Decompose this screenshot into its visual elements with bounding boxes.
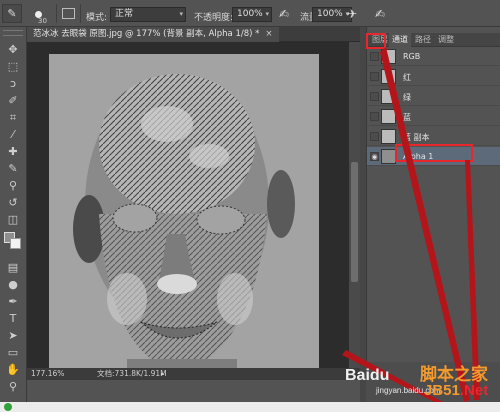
channel-row-red[interactable]: 红: [367, 67, 500, 86]
background-color-swatch[interactable]: [10, 238, 21, 249]
mode-value: 正常: [115, 9, 134, 19]
healing-brush-tool-icon[interactable]: ✚: [3, 143, 23, 160]
shape-tool-icon[interactable]: ▭: [3, 344, 23, 361]
visibility-toggle[interactable]: [370, 132, 379, 141]
divider: [56, 4, 57, 23]
tablet-pressure-size-icon[interactable]: ✍: [372, 6, 388, 22]
channel-name: 绿: [403, 93, 411, 102]
brush-tool-icon[interactable]: ✎: [2, 4, 22, 23]
visibility-toggle[interactable]: [370, 92, 379, 101]
pen-tool-icon[interactable]: ✒: [3, 293, 23, 310]
status-bar: 177.16% 文档:731.8K/1.91M ▸: [27, 368, 360, 380]
channel-name: 红: [403, 73, 411, 82]
chevron-down-icon: ▾: [179, 10, 183, 18]
panel-tabs: 图层 通道 路径 调整: [367, 33, 500, 47]
channels-panel: 图层 通道 路径 调整 RGB 红 绿 蓝 蓝 副本 ◉ Alpha 1: [366, 27, 500, 412]
bottom-strip: [0, 402, 500, 412]
visibility-toggle[interactable]: [370, 52, 379, 61]
document-size: 文档:731.8K/1.91M: [97, 369, 167, 378]
mode-label: 模式:: [86, 13, 108, 23]
highlight-box-channels-tab: [366, 33, 386, 49]
divider: [80, 4, 81, 23]
mode-select[interactable]: 正常 ▾: [110, 7, 186, 22]
hand-tool-icon[interactable]: ✋: [3, 361, 23, 378]
history-brush-tool-icon[interactable]: ↺: [3, 194, 23, 211]
opacity-input[interactable]: 100% ▾: [232, 7, 272, 22]
tablet-pressure-opacity-icon[interactable]: ✍: [276, 6, 292, 22]
channel-thumbnail: [381, 49, 396, 64]
site-watermark-suffix: .Net: [459, 382, 489, 399]
brush-tool-icon[interactable]: ✎: [3, 160, 23, 177]
site-watermark-en: JB51.Net: [424, 382, 488, 399]
airbrush-icon[interactable]: ✈: [344, 6, 360, 22]
visibility-toggle[interactable]: [370, 112, 379, 121]
tab-channels[interactable]: 通道: [389, 33, 411, 47]
clone-stamp-tool-icon[interactable]: ⚲: [3, 177, 23, 194]
canvas-area[interactable]: [27, 42, 349, 370]
lightbulb-icon: [4, 403, 12, 411]
channel-row-rgb[interactable]: RGB: [367, 47, 500, 66]
tab-paths[interactable]: 路径: [412, 33, 434, 47]
channel-row-blue[interactable]: 蓝: [367, 107, 500, 126]
vertical-scrollbar[interactable]: [349, 42, 360, 370]
close-icon[interactable]: ×: [265, 29, 272, 39]
channel-name: 蓝 副本: [403, 133, 430, 142]
panel-grip[interactable]: [3, 30, 23, 36]
type-tool-icon[interactable]: T: [3, 310, 23, 327]
opacity-value: 100%: [237, 9, 263, 19]
opacity-label: 不透明度:: [194, 13, 234, 23]
brush-panel-toggle-icon[interactable]: [62, 8, 75, 19]
channel-thumbnail: [381, 69, 396, 84]
alpha-channel-face-image: [73, 74, 295, 370]
options-bar: ✎ 30 模式: 正常 ▾ 不透明度: 100% ▾ ✍ 流量: 100% ▾ …: [0, 0, 500, 27]
eye-icon[interactable]: ◉: [370, 152, 379, 161]
gradient-tool-icon[interactable]: ▤: [3, 259, 23, 276]
document-tab-title: 范冰冰 去眼袋 原图.jpg @ 177% (背景 副本, Alpha 1/8)…: [33, 29, 260, 39]
chevron-down-icon: ▾: [265, 10, 269, 18]
flow-value: 100%: [317, 9, 343, 19]
tools-panel: ✥ ⬚ ↄ ✐ ⌗ ⁄ ✚ ✎ ⚲ ↺ ◫ ▤ ● ✒ T ➤ ▭ ✋ ⚲: [0, 27, 27, 412]
tab-adjustments[interactable]: 调整: [435, 33, 457, 47]
channel-thumbnail: [381, 129, 396, 144]
chevron-right-icon[interactable]: ▸: [161, 368, 165, 380]
visibility-toggle[interactable]: [370, 72, 379, 81]
move-tool-icon[interactable]: ✥: [3, 41, 23, 58]
path-selection-tool-icon[interactable]: ➤: [3, 327, 23, 344]
marquee-tool-icon[interactable]: ⬚: [3, 58, 23, 75]
scroll-thumb[interactable]: [351, 162, 358, 282]
channel-row-green[interactable]: 绿: [367, 87, 500, 106]
eraser-tool-icon[interactable]: ◫: [3, 211, 23, 228]
dodge-tool-icon[interactable]: ●: [3, 276, 23, 293]
document-tab[interactable]: 范冰冰 去眼袋 原图.jpg @ 177% (背景 副本, Alpha 1/8)…: [27, 27, 279, 42]
document-canvas[interactable]: [49, 54, 319, 370]
quick-selection-tool-icon[interactable]: ✐: [3, 92, 23, 109]
channel-thumbnail: [381, 109, 396, 124]
brush-size-readout: 30: [38, 17, 47, 25]
crop-tool-icon[interactable]: ⌗: [3, 109, 23, 126]
baidu-watermark: Baidu: [345, 367, 390, 384]
zoom-tool-icon[interactable]: ⚲: [3, 378, 23, 395]
channel-name: RGB: [403, 52, 421, 61]
channel-thumbnail: [381, 149, 396, 164]
channel-thumbnail: [381, 89, 396, 104]
channel-name: 蓝: [403, 113, 411, 122]
lasso-tool-icon[interactable]: ↄ: [3, 75, 23, 92]
zoom-level[interactable]: 177.16%: [31, 368, 64, 380]
highlight-box-alpha-row: [395, 144, 473, 162]
document-tab-bar: 范冰冰 去眼袋 原图.jpg @ 177% (背景 副本, Alpha 1/8)…: [27, 27, 360, 42]
eyedropper-tool-icon[interactable]: ⁄: [3, 126, 23, 143]
site-watermark-prefix: JB51: [424, 382, 460, 399]
